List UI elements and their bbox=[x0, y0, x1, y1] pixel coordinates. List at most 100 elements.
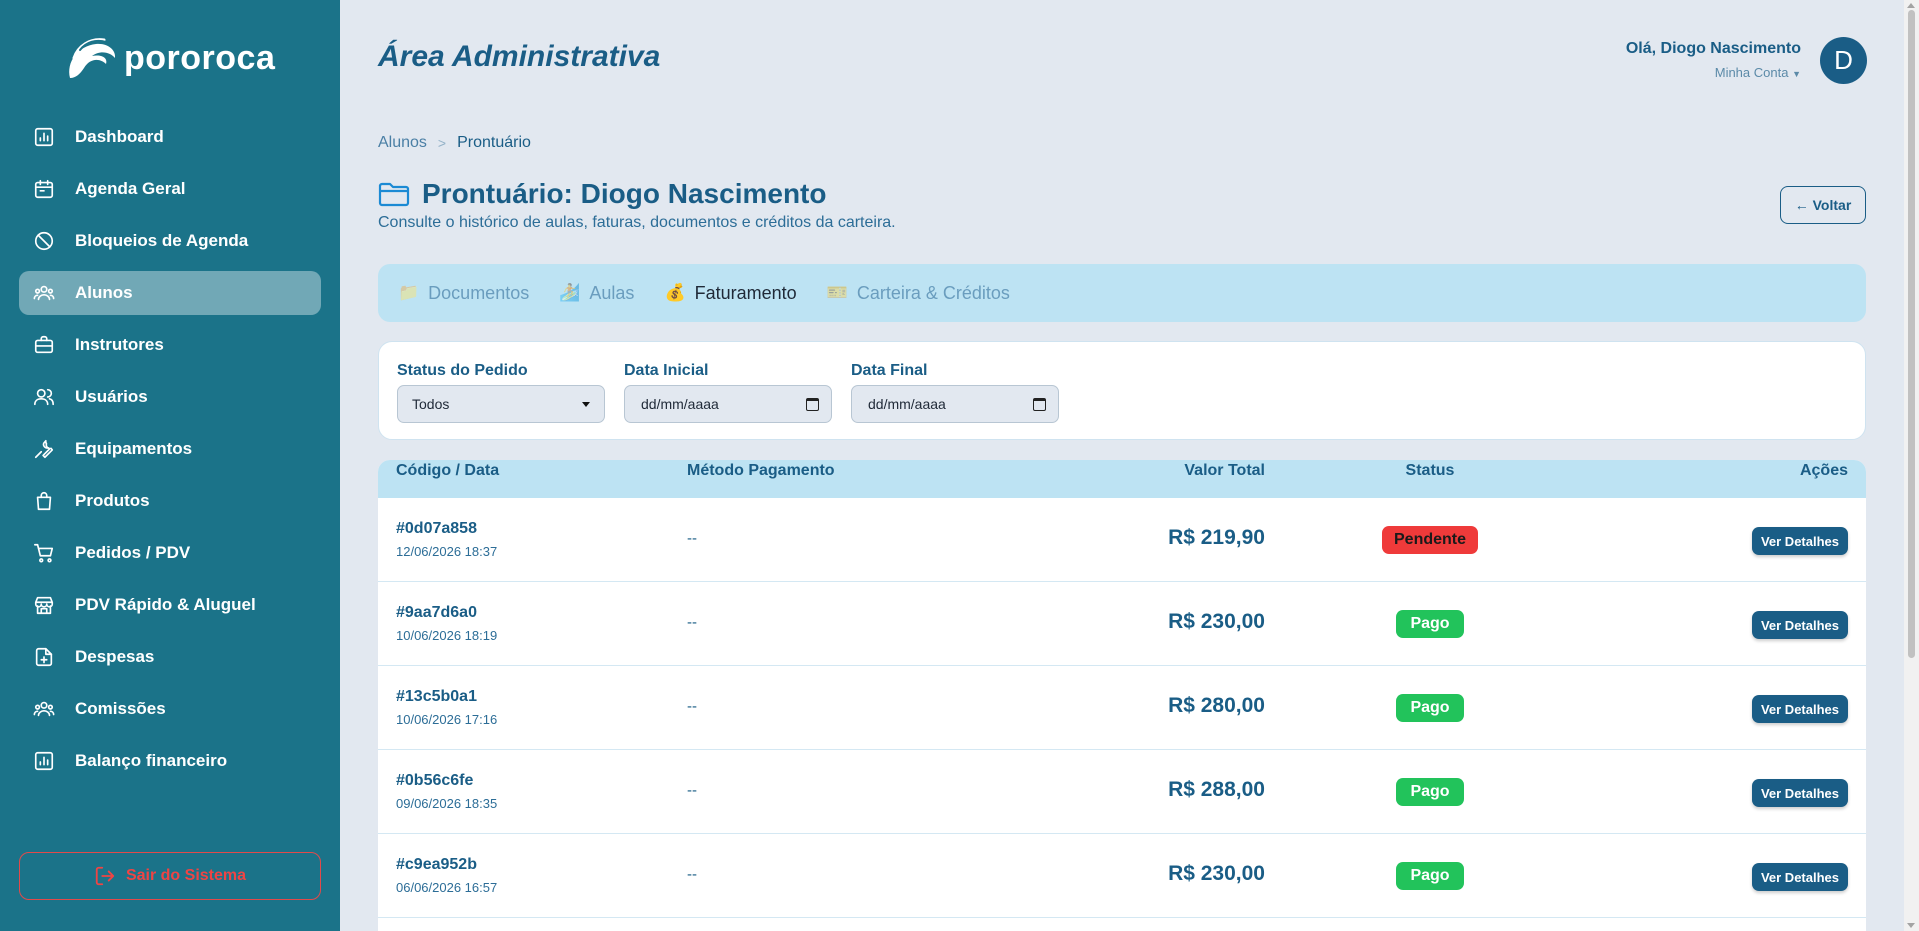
status-select-value: Todos bbox=[412, 396, 450, 412]
tab-label: Faturamento bbox=[694, 282, 797, 303]
sidebar-item-label: Pedidos / PDV bbox=[75, 543, 191, 562]
tab-label: Documentos bbox=[428, 282, 530, 303]
file-plus-icon bbox=[35, 647, 53, 667]
logo[interactable]: pororoca bbox=[60, 28, 275, 88]
order-date: 10/06/2026 17:16 bbox=[396, 712, 498, 727]
sidebar-item-label: Despesas bbox=[75, 647, 155, 666]
folder-icon: 📁 bbox=[398, 283, 420, 302]
sidebar-item-agenda-geral[interactable]: Agenda Geral bbox=[19, 167, 321, 211]
calendar-icon bbox=[34, 179, 54, 199]
status-select[interactable]: Todos bbox=[397, 385, 605, 423]
payment-method: -- bbox=[687, 530, 697, 547]
sidebar-item-instrutores[interactable]: Instrutores bbox=[19, 323, 321, 367]
order-code[interactable]: #9aa7d6a0 bbox=[396, 604, 477, 622]
sidebar-item-pdv-rapido[interactable]: PDV Rápido & Aluguel bbox=[19, 583, 321, 627]
table-row: #c9ea952b 06/06/2026 16:57 -- R$ 230,00 … bbox=[378, 834, 1866, 918]
back-button[interactable]: ← Voltar bbox=[1780, 186, 1866, 224]
page-scrollbar[interactable] bbox=[1904, 0, 1919, 931]
tab-label: Carteira & Créditos bbox=[856, 282, 1010, 303]
breadcrumb-separator: > bbox=[437, 135, 447, 151]
store-icon bbox=[34, 596, 54, 615]
tab-aulas[interactable]: 🏄 Aulas bbox=[559, 283, 634, 304]
order-code[interactable]: #0b56c6fe bbox=[396, 772, 473, 790]
view-details-button[interactable]: Ver Detalhes bbox=[1751, 527, 1848, 555]
sidebar-item-label: Agenda Geral bbox=[75, 179, 186, 198]
user-greeting: Olá, Diogo Nascimento bbox=[1625, 40, 1801, 57]
payment-method: -- bbox=[687, 782, 697, 799]
view-details-button[interactable]: Ver Detalhes bbox=[1751, 695, 1848, 723]
sidebar-nav: Dashboard Agenda Geral Bloqueios de Agen… bbox=[19, 115, 321, 791]
sidebar-item-label: Alunos bbox=[75, 283, 133, 302]
user-menu[interactable]: Olá, Diogo Nascimento Minha Conta ▼ bbox=[1626, 40, 1801, 80]
sidebar-item-label: Dashboard bbox=[75, 127, 164, 146]
logout-button[interactable]: Sair do Sistema bbox=[19, 852, 321, 900]
calendar-icon[interactable] bbox=[806, 397, 819, 411]
scroll-up-icon[interactable] bbox=[1907, 3, 1915, 8]
status-badge: Pago bbox=[1396, 862, 1464, 890]
start-date-value: dd/mm/aaaa bbox=[641, 396, 719, 412]
sidebar-item-label: Equipamentos bbox=[75, 439, 193, 458]
table-row: #0d07a858 12/06/2026 18:37 -- R$ 219,90 … bbox=[378, 498, 1866, 582]
scroll-thumb[interactable] bbox=[1908, 10, 1915, 658]
sidebar-item-balanco[interactable]: Balanço financeiro bbox=[19, 739, 321, 783]
order-date: 10/06/2026 18:19 bbox=[396, 628, 498, 643]
header-actions: Ações bbox=[1799, 462, 1848, 479]
order-total: R$ 280,00 bbox=[1168, 694, 1265, 717]
sidebar-item-usuarios[interactable]: Usuários bbox=[19, 375, 321, 419]
surfer-icon: 🏄 bbox=[559, 283, 581, 302]
sidebar-item-produtos[interactable]: Produtos bbox=[19, 479, 321, 523]
sidebar-item-label: Comissões bbox=[75, 699, 166, 718]
order-date: 06/06/2026 16:57 bbox=[396, 880, 498, 895]
tab-documentos[interactable]: 📁 Documentos bbox=[398, 283, 529, 304]
status-badge: Pendente bbox=[1382, 526, 1479, 554]
sidebar-item-despesas[interactable]: Despesas bbox=[19, 635, 321, 679]
money-bag-icon: 💰 bbox=[664, 283, 686, 302]
calendar-icon[interactable] bbox=[1033, 397, 1046, 411]
wave-logo-icon bbox=[69, 38, 116, 78]
tab-carteira[interactable]: 🎫 Carteira & Créditos bbox=[827, 283, 1010, 304]
order-code[interactable]: #13c5b0a1 bbox=[396, 688, 477, 706]
order-date: 09/06/2026 18:35 bbox=[396, 796, 498, 811]
header-title: Área Administrativa bbox=[378, 40, 661, 73]
view-details-button[interactable]: Ver Detalhes bbox=[1751, 779, 1848, 807]
sidebar-item-comissoes[interactable]: Comissões bbox=[19, 687, 321, 731]
tab-bar: 📁 Documentos 🏄 Aulas 💰 Faturamento 🎫 Car… bbox=[378, 264, 1866, 322]
group-icon bbox=[33, 285, 55, 301]
start-date-input[interactable]: dd/mm/aaaa bbox=[624, 385, 832, 423]
tab-label: Aulas bbox=[589, 282, 635, 303]
sidebar-item-equipamentos[interactable]: Equipamentos bbox=[19, 427, 321, 471]
payment-method: -- bbox=[687, 614, 697, 631]
caret-down-icon bbox=[582, 401, 590, 407]
page-title-text: Prontuário: Diogo Nascimento bbox=[422, 178, 827, 209]
sidebar-item-label: Instrutores bbox=[75, 335, 164, 354]
breadcrumb-alunos[interactable]: Alunos bbox=[378, 134, 427, 152]
order-code[interactable]: #c9ea952b bbox=[396, 856, 477, 874]
status-filter: Status do Pedido Todos bbox=[397, 362, 605, 423]
ticket-icon: 🎫 bbox=[826, 283, 848, 302]
sidebar-item-pedidos[interactable]: Pedidos / PDV bbox=[19, 531, 321, 575]
sidebar-item-alunos[interactable]: Alunos bbox=[19, 271, 321, 315]
view-details-button[interactable]: Ver Detalhes bbox=[1751, 611, 1848, 639]
header-total: Valor Total bbox=[1184, 462, 1265, 479]
breadcrumb-current: Prontuário bbox=[457, 134, 531, 151]
status-filter-label: Status do Pedido bbox=[397, 362, 528, 379]
users-icon bbox=[34, 388, 54, 406]
logo-text: pororoca bbox=[124, 38, 276, 77]
order-total: R$ 288,00 bbox=[1168, 778, 1265, 801]
tab-faturamento[interactable]: 💰 Faturamento bbox=[664, 283, 796, 304]
sidebar-item-bloqueios[interactable]: Bloqueios de Agenda bbox=[19, 219, 321, 263]
table-row: #0b56c6fe 09/06/2026 18:35 -- R$ 288,00 … bbox=[378, 750, 1866, 834]
avatar[interactable]: D bbox=[1820, 37, 1867, 84]
view-details-button[interactable]: Ver Detalhes bbox=[1751, 863, 1848, 891]
sidebar-item-label: Balanço financeiro bbox=[75, 751, 228, 770]
order-total: R$ 230,00 bbox=[1168, 862, 1265, 885]
cart-icon bbox=[34, 543, 54, 563]
order-code[interactable]: #0d07a858 bbox=[396, 520, 477, 538]
sidebar-item-dashboard[interactable]: Dashboard bbox=[19, 115, 321, 159]
header-status: Status bbox=[1405, 462, 1455, 479]
scroll-down-icon[interactable] bbox=[1907, 923, 1915, 928]
end-date-input[interactable]: dd/mm/aaaa bbox=[851, 385, 1059, 423]
account-dropdown[interactable]: Minha Conta ▼ bbox=[1626, 65, 1801, 80]
table-header: Código / Data Método Pagamento Valor Tot… bbox=[378, 460, 1866, 498]
status-badge: Pago bbox=[1396, 694, 1464, 722]
